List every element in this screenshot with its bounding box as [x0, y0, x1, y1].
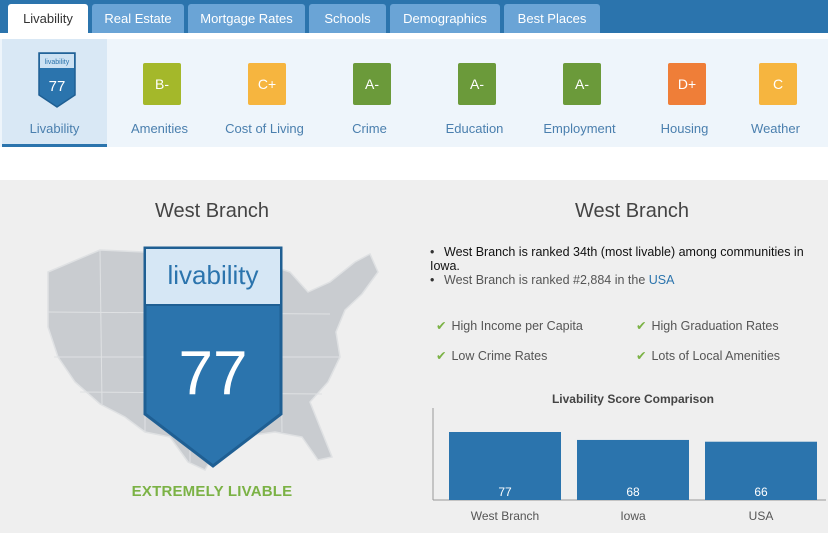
grade-badge: A- — [458, 63, 496, 105]
rank-usa-line: • West Branch is ranked #2,884 in the USA — [430, 273, 675, 287]
bar-value-label: 68 — [626, 485, 640, 499]
check-icon: ✔ — [436, 319, 447, 333]
category-employment[interactable]: A- Employment — [527, 39, 632, 147]
chart-title: Livability Score Comparison — [551, 392, 715, 406]
top-tab-bar: Livability Real Estate Mortgage Rates Sc… — [0, 0, 828, 33]
feature-item: ✔ Low Crime Rates — [436, 349, 548, 363]
category-label: Crime — [352, 121, 387, 136]
bar-category-label: USA — [749, 509, 774, 523]
category-label: Amenities — [130, 121, 189, 136]
livability-shield-icon: livability 77 — [38, 52, 76, 108]
score-comparison-chart: 77 West Branch 68 Iowa 66 USA — [432, 408, 826, 523]
bar-value-label: 66 — [754, 485, 768, 499]
svg-text:livability: livability — [45, 59, 70, 66]
category-label: Livability — [29, 121, 80, 136]
category-livability[interactable]: livability 77 Livability — [2, 39, 107, 147]
bar-value-label: 77 — [498, 485, 512, 499]
category-education[interactable]: A- Education — [422, 39, 527, 147]
usa-link[interactable]: USA — [649, 273, 675, 287]
feature-item: ✔ High Graduation Rates — [636, 319, 779, 333]
grade-badge: A- — [353, 63, 391, 105]
livability-verdict: EXTREMELY LIVABLE — [131, 483, 293, 500]
check-icon: ✔ — [436, 349, 447, 363]
city-title: West Branch — [154, 200, 270, 222]
svg-text:77: 77 — [49, 78, 66, 95]
livability-score-shield: livability 77 — [143, 246, 283, 468]
grade-badge: A- — [563, 63, 601, 105]
category-label: Cost of Living — [225, 121, 304, 136]
category-cost-of-living[interactable]: C+ Cost of Living — [212, 39, 317, 147]
tab-best-places[interactable]: Best Places — [504, 4, 600, 33]
category-label: Employment — [543, 121, 616, 136]
tab-mortgage-rates[interactable]: Mortgage Rates — [188, 4, 305, 33]
category-housing[interactable]: D+ Housing — [632, 39, 737, 147]
category-crime[interactable]: A- Crime — [317, 39, 422, 147]
city-title-right: West Branch — [574, 200, 690, 222]
category-label: Education — [445, 121, 504, 136]
category-amenities[interactable]: B- Amenities — [107, 39, 212, 147]
rank-state-line: • West Branch is ranked 34th (most livabl… — [430, 245, 804, 273]
svg-text:livability: livability — [167, 260, 258, 290]
tab-livability[interactable]: Livability — [8, 4, 88, 33]
grade-badge: C — [759, 63, 797, 105]
tab-real-estate[interactable]: Real Estate — [92, 4, 184, 33]
bar-category-label: West Branch — [471, 509, 539, 523]
category-label: Housing — [660, 121, 709, 136]
category-bar: livability 77 Livability B- Amenities C+… — [0, 39, 828, 147]
check-icon: ✔ — [636, 349, 647, 363]
tab-schools[interactable]: Schools — [309, 4, 386, 33]
feature-item: ✔ High Income per Capita — [436, 319, 583, 333]
feature-item: ✔ Lots of Local Amenities — [636, 349, 781, 363]
grade-badge: B- — [143, 63, 181, 105]
tab-demographics[interactable]: Demographics — [390, 4, 500, 33]
check-icon: ✔ — [636, 319, 647, 333]
grade-badge: D+ — [668, 63, 706, 105]
svg-text:77: 77 — [179, 339, 248, 408]
grade-badge: C+ — [248, 63, 286, 105]
bar-category-label: Iowa — [620, 509, 646, 523]
category-weather[interactable]: C Weather — [723, 39, 828, 147]
category-label: Weather — [751, 121, 800, 136]
